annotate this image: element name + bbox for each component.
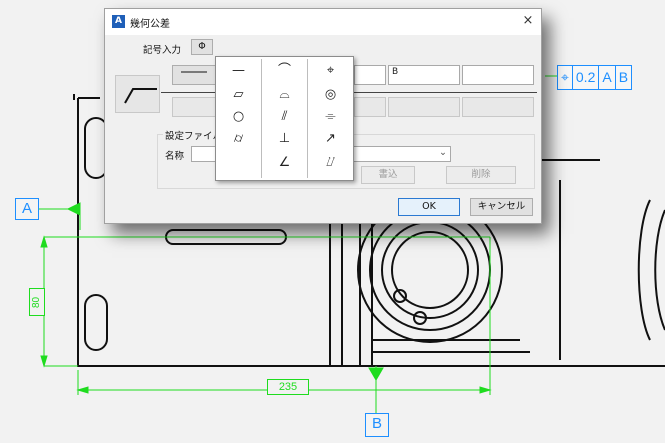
concentricity-icon[interactable]: ◎ — [308, 85, 353, 105]
perpendicularity-icon[interactable]: ⊥ — [262, 129, 307, 149]
leader-icon — [124, 88, 157, 104]
row2-datum2-cell[interactable] — [462, 97, 534, 117]
datum2-cell[interactable] — [462, 65, 534, 85]
slot-left-lower — [84, 294, 108, 351]
chevron-down-icon[interactable]: ⌄ — [439, 147, 447, 158]
ok-button[interactable]: OK — [398, 198, 460, 216]
dimension-235[interactable]: 235 — [267, 379, 309, 395]
row2-symbol-cell[interactable] — [172, 97, 216, 117]
symbol-input-label: 記号入力 — [143, 45, 182, 56]
tolerance-value: 0.2 — [573, 66, 600, 89]
cancel-button[interactable]: キャンセル — [470, 198, 533, 216]
characteristic-symbol-cell[interactable] — [172, 65, 216, 85]
flatness-icon[interactable]: ▱ — [216, 85, 261, 105]
datum-a-triangle — [66, 202, 81, 216]
straightness-icon — [181, 71, 207, 73]
title-bar: A 幾何公差 × — [105, 9, 541, 35]
leader-preview-button[interactable] — [115, 75, 160, 113]
symbol-input-button[interactable]: Φ — [191, 39, 213, 55]
delete-button[interactable]: 削除 — [446, 166, 516, 184]
name-label: 名称 — [165, 151, 185, 162]
symmetry-icon[interactable]: ⌯ — [308, 107, 353, 127]
straightness-icon[interactable]: — — [216, 61, 261, 81]
parallelism-icon[interactable]: ⫽ — [262, 107, 307, 127]
dialog-title: 幾何公差 — [130, 19, 170, 30]
row2-tolerance-cell[interactable] — [354, 97, 386, 117]
position-symbol: ⌖ — [558, 66, 573, 89]
app-icon: A — [112, 15, 125, 28]
circular-runout-icon[interactable]: ↗ — [308, 129, 353, 149]
datum-label-a[interactable]: A — [15, 198, 39, 220]
profile-line-icon[interactable]: ⌒ — [262, 61, 307, 81]
profile-surface-icon[interactable]: ⌓ — [262, 85, 307, 105]
symbol-palette: — ▱ ○ ⌭ ⌒ ⌓ ⫽ ⊥ ∠ ⌖ ◎ ⌯ ↗ ⌰ — [215, 56, 354, 181]
tolerance-cell[interactable] — [354, 65, 386, 85]
datum-b-triangle — [368, 367, 384, 381]
datum-ref-a: A — [599, 66, 616, 89]
datum-label-b[interactable]: B — [365, 413, 389, 437]
circularity-icon[interactable]: ○ — [216, 107, 261, 127]
datum1-cell[interactable]: B — [388, 65, 460, 85]
row2-datum1-cell[interactable] — [388, 97, 460, 117]
angularity-icon[interactable]: ∠ — [262, 153, 307, 173]
cylindricity-icon[interactable]: ⌭ — [216, 129, 261, 149]
feature-control-frame[interactable]: ⌖ 0.2 A B — [557, 65, 633, 90]
write-button[interactable]: 書込 — [361, 166, 415, 184]
position-icon[interactable]: ⌖ — [308, 61, 353, 81]
datum-ref-b: B — [618, 69, 629, 85]
total-runout-icon[interactable]: ⌰ — [308, 153, 353, 173]
dimension-80[interactable]: 80 — [29, 288, 45, 316]
close-button[interactable]: × — [519, 12, 537, 30]
